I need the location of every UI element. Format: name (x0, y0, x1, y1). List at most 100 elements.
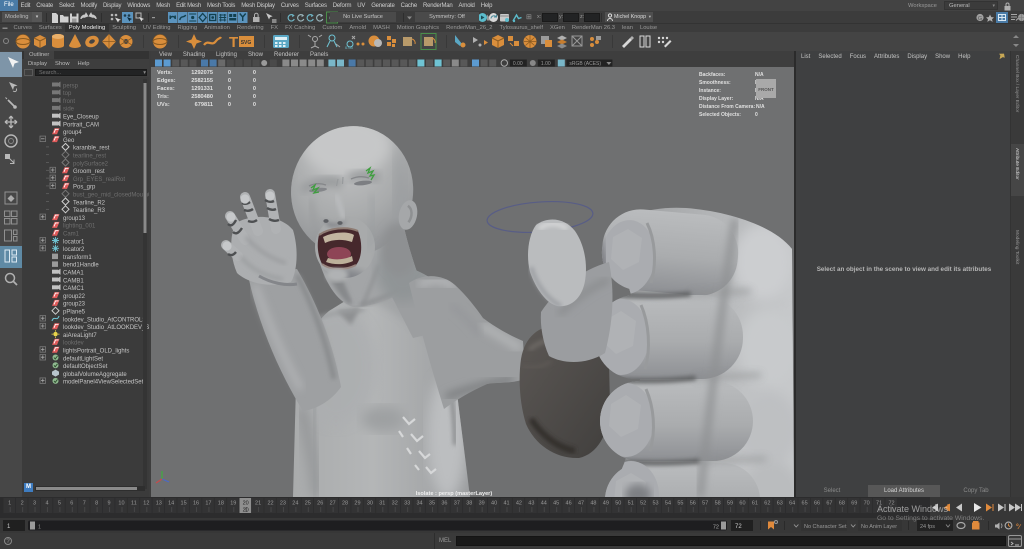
svg-text:Faces:: Faces: (157, 86, 175, 92)
svg-text:19: 19 (230, 501, 236, 507)
svg-text:0: 0 (228, 86, 231, 92)
svg-text:lightsPortrait_OLD_lights: lightsPortrait_OLD_lights (63, 349, 129, 355)
svg-text:0.03: 0.03 (345, 45, 354, 50)
svg-text:25: 25 (305, 501, 311, 507)
svg-text:globalVolumeAggregate: globalVolumeAggregate (63, 372, 127, 378)
svg-text:Portrait_CAM: Portrait_CAM (63, 122, 99, 128)
svg-text:6: 6 (70, 501, 73, 507)
svg-text:1291331: 1291331 (191, 86, 213, 92)
svg-text:0: 0 (253, 94, 256, 100)
svg-text:18: 18 (218, 501, 224, 507)
svg-text:42: 42 (516, 501, 522, 507)
svg-text:40: 40 (491, 501, 497, 507)
svg-text:group23: group23 (63, 302, 86, 308)
svg-text:0.00: 0.00 (513, 61, 523, 67)
svg-text:60: 60 (739, 501, 745, 507)
svg-text:4: 4 (45, 501, 48, 507)
svg-text:28: 28 (342, 501, 348, 507)
svg-text:70: 70 (864, 501, 870, 507)
svg-text:72: 72 (735, 524, 742, 530)
svg-text:1.00: 1.00 (541, 61, 551, 67)
svg-text:7: 7 (83, 501, 86, 507)
svg-text:front: front (63, 99, 75, 105)
svg-text:10: 10 (118, 501, 124, 507)
svg-text:CAMC1: CAMC1 (63, 286, 85, 292)
svg-text:aiAreaLight7: aiAreaLight7 (63, 333, 97, 339)
svg-text:sRGB (ACES): sRGB (ACES) (569, 61, 601, 67)
svg-text:0: 0 (228, 102, 231, 108)
svg-text:53: 53 (652, 501, 658, 507)
svg-text:65: 65 (802, 501, 808, 507)
svg-text:17: 17 (205, 501, 211, 507)
svg-text:G: G (978, 16, 982, 22)
svg-text:Geo: Geo (63, 138, 75, 144)
svg-text:52: 52 (640, 501, 646, 507)
svg-text:bust_geo_mid_closedMouth00AGro: bust_geo_mid_closedMouth00AGroup2267 (73, 193, 149, 199)
svg-text:group4: group4 (63, 130, 82, 136)
svg-text:Grp_EYES_realRot: Grp_EYES_realRot (73, 177, 125, 183)
svg-text:defaultObjectSet: defaultObjectSet (63, 364, 108, 370)
svg-text:37: 37 (454, 501, 460, 507)
svg-text:CAMA1: CAMA1 (63, 271, 84, 277)
svg-text:modelPanel4ViewSelectedSet: modelPanel4ViewSelectedSet (63, 380, 144, 386)
svg-text:Selected Objects:: Selected Objects: (699, 112, 741, 118)
svg-text:20: 20 (243, 501, 249, 507)
svg-text:33: 33 (404, 501, 410, 507)
svg-text:karanble_rest: karanble_rest (73, 146, 110, 152)
svg-text:68: 68 (839, 501, 845, 507)
svg-text:Instance:: Instance: (699, 88, 721, 94)
svg-text:55: 55 (677, 501, 683, 507)
svg-text:0: 0 (228, 70, 231, 76)
svg-text:2580480: 2580480 (191, 94, 213, 100)
svg-text:1: 1 (38, 525, 41, 531)
svg-text:12: 12 (143, 501, 149, 507)
svg-text:62: 62 (764, 501, 770, 507)
svg-text:persp: persp (63, 83, 79, 89)
svg-text:group22: group22 (63, 294, 86, 300)
svg-text:5: 5 (58, 501, 61, 507)
svg-text:1: 1 (8, 501, 11, 507)
svg-text:lookdev: lookdev (63, 341, 84, 347)
svg-text:locator1: locator1 (63, 239, 85, 245)
svg-text:Groom_rest: Groom_rest (73, 169, 105, 175)
svg-text:24: 24 (292, 501, 298, 507)
svg-text:16: 16 (193, 501, 199, 507)
svg-text:56: 56 (690, 501, 696, 507)
svg-text:transform1: transform1 (63, 255, 92, 261)
svg-text:66: 66 (814, 501, 820, 507)
svg-text:FRONT: FRONT (758, 87, 774, 92)
svg-text:43: 43 (528, 501, 534, 507)
svg-text:32: 32 (392, 501, 398, 507)
svg-text:38: 38 (466, 501, 472, 507)
svg-text:72: 72 (713, 525, 719, 531)
svg-text:Eye_Closeup: Eye_Closeup (63, 115, 99, 121)
svg-text:0: 0 (755, 112, 758, 118)
svg-text:15: 15 (181, 501, 187, 507)
svg-text:13: 13 (156, 501, 162, 507)
svg-text:49: 49 (603, 501, 609, 507)
svg-text:34: 34 (417, 501, 423, 507)
svg-text:27: 27 (330, 501, 336, 507)
svg-text:T: T (229, 34, 238, 51)
svg-text:locator2: locator2 (63, 247, 85, 253)
svg-text:Tearline_R3: Tearline_R3 (73, 208, 106, 214)
svg-text:No Character Set: No Character Set (804, 524, 847, 530)
svg-text:Verts:: Verts: (157, 70, 173, 76)
svg-text:side: side (63, 107, 75, 113)
svg-text:0: 0 (253, 102, 256, 108)
svg-text:679811: 679811 (195, 102, 213, 108)
svg-text:63: 63 (777, 501, 783, 507)
svg-text:30: 30 (367, 501, 373, 507)
svg-text:61: 61 (752, 501, 758, 507)
svg-text:pPlane5: pPlane5 (63, 310, 86, 316)
svg-text:Tearline_R2: Tearline_R2 (73, 200, 106, 206)
svg-text:N/A: N/A (755, 72, 764, 78)
svg-text:11: 11 (131, 501, 137, 507)
svg-text:26: 26 (317, 501, 323, 507)
svg-text:0: 0 (253, 78, 256, 84)
svg-text:No Anim Layer: No Anim Layer (861, 524, 897, 530)
svg-text:8: 8 (95, 501, 98, 507)
svg-text:36: 36 (441, 501, 447, 507)
svg-text:57: 57 (702, 501, 708, 507)
svg-text:46: 46 (566, 501, 572, 507)
